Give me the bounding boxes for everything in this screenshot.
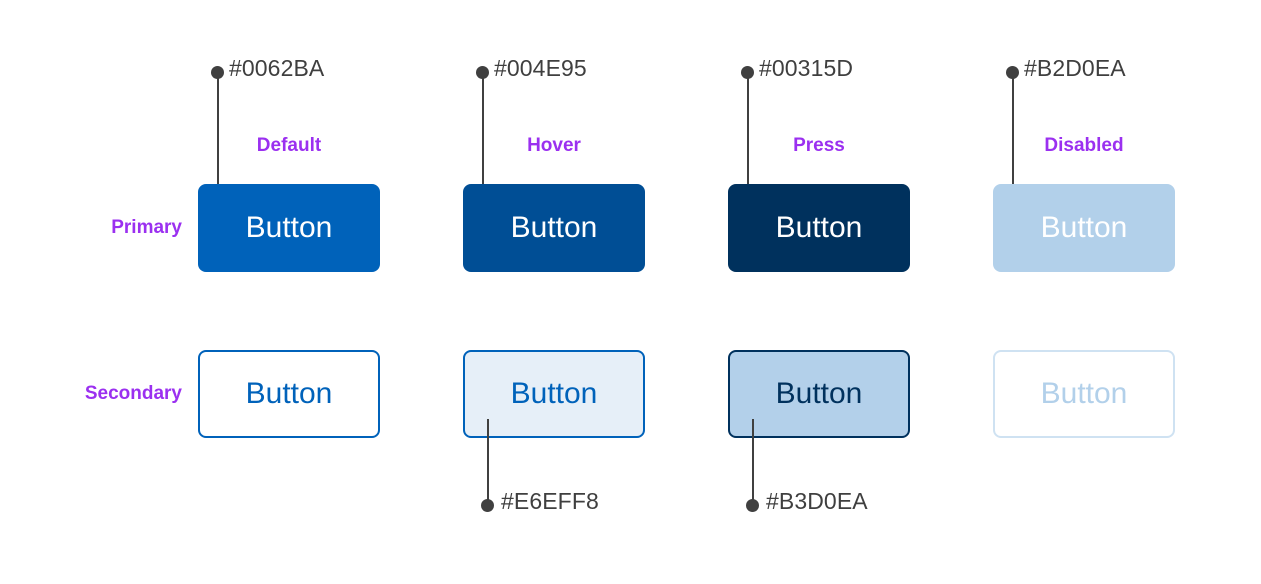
- callout-hex-label: #B2D0EA: [1024, 55, 1126, 81]
- button-label: Button: [510, 211, 598, 244]
- button-label: Button: [510, 377, 598, 410]
- button-primary-disabled: Button: [993, 184, 1175, 272]
- callout-dot-icon: [741, 66, 754, 79]
- button-label: Button: [775, 211, 863, 244]
- button-label: Button: [1040, 211, 1128, 244]
- button-primary-press[interactable]: Button: [728, 184, 910, 272]
- callout-stem-icon: [486, 419, 489, 505]
- callout-dot-icon: [211, 66, 224, 79]
- callout-hex-label: #004E95: [494, 55, 587, 81]
- button-secondary-hover[interactable]: Button: [463, 350, 645, 438]
- state-label-hover: Hover: [527, 135, 581, 156]
- button-secondary-disabled: Button: [993, 350, 1175, 438]
- button-states-specimen-sheet: #0062BA #004E95 #00315D #B2D0EA Default …: [0, 0, 1261, 584]
- callout-hex-label: #0062BA: [229, 55, 325, 81]
- callout-stem-icon: [751, 419, 754, 505]
- state-label-press: Press: [793, 135, 845, 156]
- button-primary-default[interactable]: Button: [198, 184, 380, 272]
- row-label-primary: Primary: [111, 217, 182, 238]
- button-label: Button: [1040, 377, 1128, 410]
- state-label-default: Default: [256, 135, 322, 156]
- callout-dot-icon: [1006, 66, 1019, 79]
- callout-hex-label: #B3D0EA: [766, 488, 868, 514]
- callout-hex-label: #E6EFF8: [501, 488, 599, 514]
- state-label-disabled: Disabled: [1044, 135, 1124, 156]
- callout-dot-icon: [476, 66, 489, 79]
- row-label-secondary: Secondary: [84, 383, 182, 404]
- callout-dot-icon: [481, 499, 494, 512]
- button-label: Button: [245, 377, 333, 410]
- button-secondary-default[interactable]: Button: [198, 350, 380, 438]
- callout-hex-label: #00315D: [759, 55, 854, 81]
- button-secondary-press[interactable]: Button: [728, 350, 910, 438]
- button-label: Button: [245, 211, 333, 244]
- button-primary-hover[interactable]: Button: [463, 184, 645, 272]
- callout-dot-icon: [746, 499, 759, 512]
- button-label: Button: [775, 377, 863, 410]
